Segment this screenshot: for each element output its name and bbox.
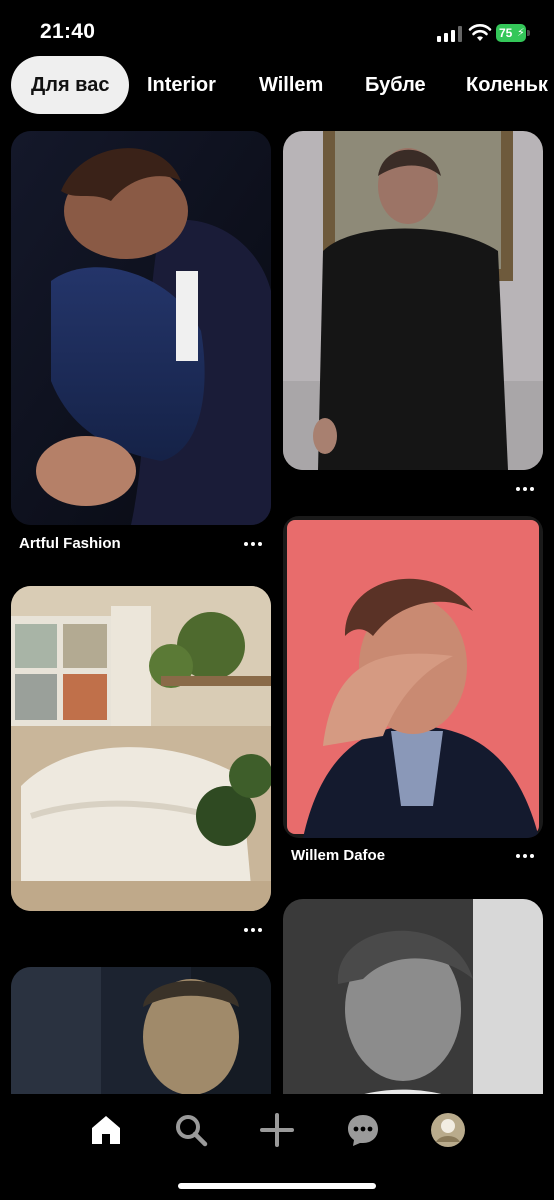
tab-kolenk[interactable]: Коленьк (466, 56, 548, 114)
profile-avatar[interactable] (430, 1112, 466, 1148)
status-time: 21:40 (40, 20, 96, 43)
create-icon[interactable] (259, 1112, 295, 1148)
more-options-icon[interactable] (244, 539, 268, 549)
battery-icon: 75 ⚡ (496, 24, 530, 42)
home-indicator (178, 1183, 376, 1189)
tab-willem[interactable]: Willem (259, 56, 323, 114)
cellular-signal-icon (437, 26, 462, 42)
tab-buble[interactable]: Бубле (365, 56, 426, 114)
board-tabs: Для вас Interior Willem Бубле Коленьк (0, 56, 554, 116)
pin-image-man-denim[interactable] (11, 131, 271, 525)
pin-image-willem-dafoe[interactable] (283, 516, 543, 838)
tab-for-you[interactable]: Для вас (11, 56, 130, 114)
wifi-icon (468, 24, 492, 41)
more-options-icon[interactable] (516, 851, 540, 861)
messages-icon[interactable] (345, 1112, 381, 1148)
charging-bolt-icon: ⚡ (517, 27, 525, 39)
battery-level: 75 (499, 26, 513, 40)
search-icon[interactable] (173, 1112, 209, 1148)
more-options-icon[interactable] (244, 925, 268, 935)
pin-title[interactable]: Artful Fashion (19, 535, 121, 552)
tab-interior[interactable]: Interior (147, 56, 216, 114)
pin-image-bedroom-interior[interactable] (11, 586, 271, 911)
pin-title[interactable]: Willem Dafoe (291, 847, 385, 864)
more-options-icon[interactable] (516, 484, 540, 494)
pin-image-man-leather-jacket[interactable] (283, 131, 543, 470)
home-icon[interactable] (88, 1112, 124, 1148)
